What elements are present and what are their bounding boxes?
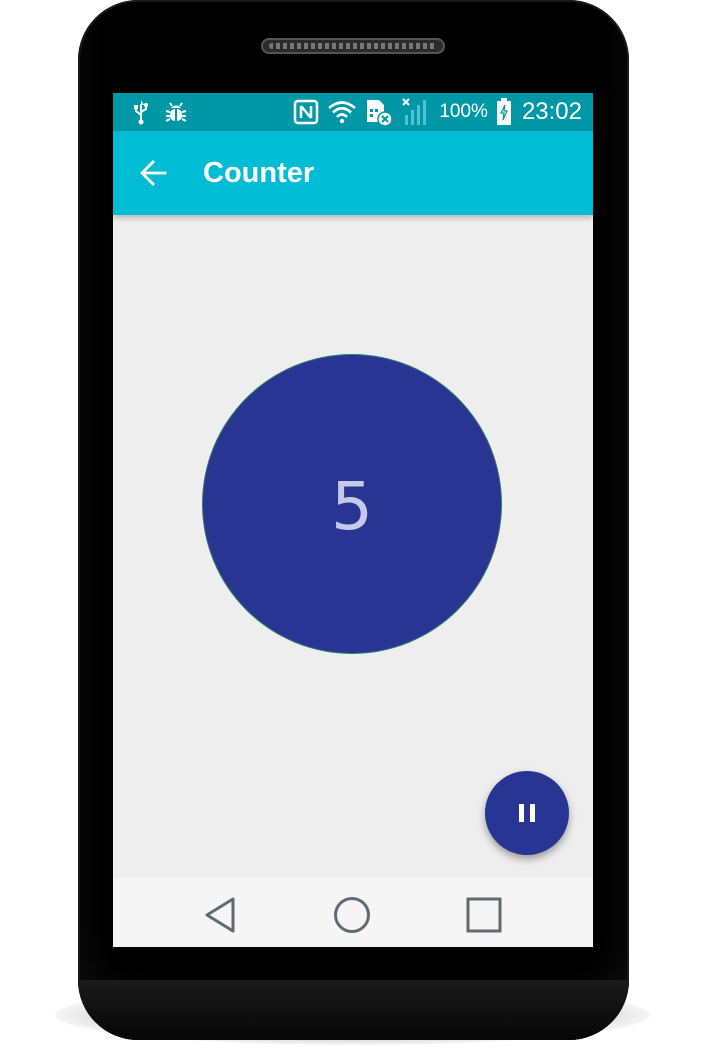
status-clock: 23:02: [521, 98, 582, 125]
signal-icon: [401, 97, 431, 127]
earpiece-speaker: [261, 38, 445, 54]
phone-screen: 100% 23:02 Counter 5: [113, 93, 593, 947]
bug-icon: [163, 99, 189, 125]
back-button[interactable]: [137, 157, 169, 189]
nav-home-button[interactable]: [332, 895, 372, 935]
arrow-back-icon: [139, 159, 167, 187]
back-triangle-icon: [203, 896, 239, 934]
home-circle-icon: [332, 895, 372, 935]
pause-icon: [516, 802, 538, 824]
speaker-grille: [269, 43, 437, 49]
battery-charging-icon: [496, 98, 512, 126]
nfc-icon: [293, 99, 319, 125]
nav-back-button[interactable]: [201, 895, 241, 935]
phone-bottom-edge: [78, 980, 629, 1040]
wifi-icon: [327, 100, 357, 124]
counter-value: 5: [331, 468, 373, 545]
navigation-bar: [113, 878, 593, 947]
app-bar: Counter: [113, 131, 593, 215]
device-stage: 100% 23:02 Counter 5: [0, 0, 705, 1064]
pause-button[interactable]: [485, 771, 569, 855]
status-left-icons: [133, 98, 189, 126]
sim-error-icon: [365, 97, 394, 127]
usb-icon: [133, 99, 149, 125]
recents-square-icon: [465, 896, 503, 934]
page-title: Counter: [203, 157, 315, 189]
status-bar: 100% 23:02: [113, 93, 593, 131]
counter-circle: 5: [203, 355, 501, 653]
nav-recents-button[interactable]: [464, 895, 504, 935]
status-right-icons: 100% 23:02: [293, 97, 582, 127]
battery-percent: 100%: [439, 101, 488, 122]
